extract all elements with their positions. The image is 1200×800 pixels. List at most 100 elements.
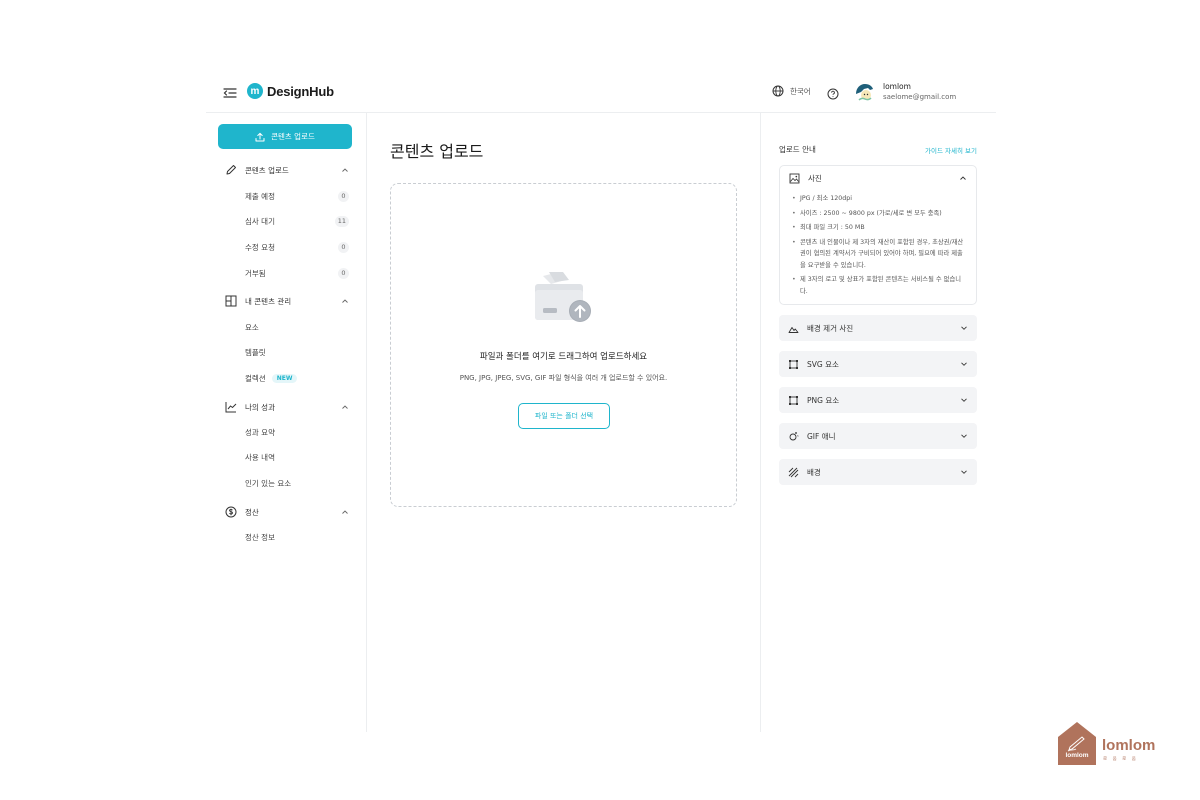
guide-accordion-label: SVG 요소 [807,359,839,369]
dollar-icon [225,506,237,518]
photo-rules-list: JPG / 최소 120dpi 사이즈 : 2500 ~ 9800 px (가로… [780,190,976,297]
sidebar-item-scheduled[interactable]: 제출 예정 0 [245,189,349,203]
guide-accordion-background-removed[interactable]: 배경 제거 사진 [779,315,977,341]
count-badge: 11 [334,215,349,227]
guide-accordion-gif[interactable]: GIF 애니 [779,423,977,449]
sidebar-item-label: 정산 정보 [245,532,275,542]
sidebar-item-label: 요소 [245,322,259,332]
guide-accordion-svg[interactable]: SVG 요소 [779,351,977,377]
photo-rule: 사이즈 : 2500 ~ 9800 px (가로/세로 변 모두 충족) [792,208,966,220]
sidebar-item-label: 성과 요약 [245,427,275,437]
sidebar-section-label: 정산 [245,507,259,517]
user-name: lomlom [883,82,911,91]
new-badge: NEW [271,373,298,383]
upload-dropzone[interactable]: 파일과 폴더를 여기로 드래그하여 업로드하세요 PNG, JPG, JPEG,… [390,183,737,507]
count-badge: 0 [338,241,349,253]
sidebar: 콘텐츠 업로드 콘텐츠 업로드 제출 예정 0 심사 대기 11 수정 요청 0… [206,113,367,732]
content-upload-button-label: 콘텐츠 업로드 [271,132,315,141]
sidebar-item-label: 제출 예정 [245,191,275,201]
image-icon [789,173,800,183]
select-file-button-label: 파일 또는 폴더 선택 [534,412,594,420]
guide-detail-link[interactable]: 가이드 자세히 보기 [925,145,977,155]
chart-line-icon [225,401,237,413]
sidebar-item-label: 사용 내역 [245,452,275,462]
menu-toggle-icon[interactable] [223,85,237,99]
sidebar-section-label: 나의 성과 [245,402,275,412]
sidebar-section-my-content[interactable]: 내 콘텐츠 관리 [225,294,349,308]
sidebar-item-label: 템플릿 [245,347,266,357]
user-info[interactable]: lomlom saelome@gmail.com [883,81,956,103]
sidebar-item-label: 컬렉션 [245,373,266,383]
sidebar-section-content-upload[interactable]: 콘텐츠 업로드 [225,163,349,177]
sidebar-item-popular-elements[interactable]: 인기 있는 요소 [245,476,349,490]
pencil-icon [225,164,237,176]
sidebar-section-settlement[interactable]: 정산 [225,505,349,519]
sidebar-item-collections[interactable]: 컬렉션 NEW [245,371,349,385]
hatch-icon [788,467,799,477]
sidebar-item-templates[interactable]: 템플릿 [245,345,349,359]
mountain-icon [788,326,799,333]
user-email: saelome@gmail.com [883,93,957,101]
app-window: m DesignHub 한국어 lomlom saelome@gmail.com [206,72,996,732]
chevron-up-icon [342,168,348,172]
globe-icon [772,85,784,97]
guide-accordion-png[interactable]: PNG 요소 [779,387,977,413]
count-badge: 0 [338,267,349,279]
guide-accordion-label: 사진 [808,173,822,183]
help-icon[interactable] [827,85,839,104]
sidebar-item-rejected[interactable]: 거부됨 0 [245,266,349,280]
guide-accordion-label: 배경 제거 사진 [807,323,854,333]
guide-header: 업로드 안내 가이드 자세히 보기 [779,144,977,155]
sidebar-item-pending-review[interactable]: 심사 대기 11 [245,214,349,228]
sidebar-section-label: 콘텐츠 업로드 [245,165,289,175]
vector-icon [789,395,798,405]
guide-accordion-photo: 사진 JPG / 최소 120dpi 사이즈 : 2500 ~ 9800 px … [779,165,977,305]
sidebar-item-settlement-info[interactable]: 정산 정보 [245,530,349,544]
upload-icon [255,132,265,141]
select-file-button[interactable]: 파일 또는 폴더 선택 [518,403,610,429]
sidebar-item-elements[interactable]: 요소 [245,320,349,334]
folder-upload-icon [531,266,595,326]
photo-rule: 콘텐츠 내 인물이나 제 3자의 재산이 포함된 경우, 초상권/재산권이 협의… [792,237,966,272]
guide-accordion-background[interactable]: 배경 [779,459,977,485]
top-header: m DesignHub 한국어 lomlom saelome@gmail.com [206,72,996,113]
language-selector[interactable]: 한국어 [772,85,811,97]
sidebar-item-label: 심사 대기 [245,216,275,226]
dropzone-title: 파일과 폴더를 여기로 드래그하여 업로드하세요 [479,352,648,362]
guide-accordion-label: PNG 요소 [807,395,840,405]
guide-accordion-photo-header[interactable]: 사진 [780,166,976,190]
chevron-down-icon [961,326,967,330]
dropzone-description: PNG, JPG, JPEG, SVG, GIF 파일 형식을 여러 개 업로드… [459,374,668,382]
chevron-down-icon [961,398,967,402]
chevron-up-icon [342,405,348,409]
sidebar-section-performance[interactable]: 나의 성과 [225,400,349,414]
sidebar-item-label: 수정 요청 [245,242,275,252]
logo-mark: m [247,83,263,99]
sidebar-item-label: 인기 있는 요소 [245,478,292,488]
page-title: 콘텐츠 업로드 [390,142,484,161]
sidebar-item-revision-requested[interactable]: 수정 요청 0 [245,240,349,254]
watermark-house-text: lomlom [1065,752,1089,759]
sidebar-item-usage-history[interactable]: 사용 내역 [245,450,349,464]
upload-guide-panel: 업로드 안내 가이드 자세히 보기 사진 JPG / 최소 120dpi 사이즈… [779,113,977,732]
content-upload-button[interactable]: 콘텐츠 업로드 [218,124,352,149]
grid-icon [225,295,237,307]
chevron-up-icon [342,299,348,303]
watermark-text: lomlom [1102,737,1156,754]
sparkle-icon [789,431,799,440]
chevron-up-icon [342,510,348,514]
photo-rule: 제 3자의 로고 및 상표가 포함된 콘텐츠는 서비스될 수 없습니다. [792,274,966,297]
guide-accordion-label: GIF 애니 [807,431,836,441]
logo-text: DesignHub [267,83,334,99]
guide-title: 업로드 안내 [779,145,816,154]
avatar[interactable] [853,80,877,104]
photo-rule: JPG / 최소 120dpi [792,193,966,205]
photo-rule: 최대 파일 크기 : 50 MB [792,222,966,234]
watermark-logo: lomlom lomlom 로 움 로 움 [1057,721,1167,767]
guide-accordion-label: 배경 [807,467,821,477]
chevron-up-icon [960,176,966,180]
count-badge: 0 [338,190,349,202]
sidebar-item-performance-summary[interactable]: 성과 요약 [245,425,349,439]
logo[interactable]: m DesignHub [247,83,334,99]
chevron-down-icon [961,470,967,474]
